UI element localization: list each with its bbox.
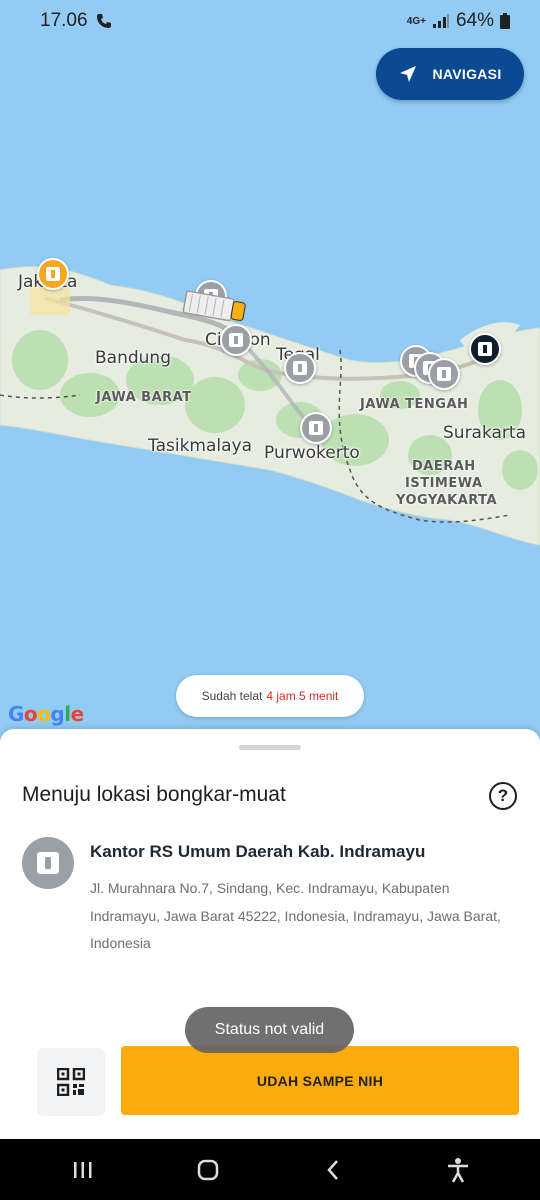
location-address: Jl. Murahnara No.7, Sindang, Kec. Indram… bbox=[90, 880, 501, 951]
system-navigation-bar bbox=[0, 1139, 540, 1200]
recent-apps-icon bbox=[73, 1161, 91, 1178]
qr-scan-button[interactable] bbox=[37, 1048, 105, 1116]
location-marker-icon[interactable] bbox=[284, 352, 316, 384]
accessibility-icon bbox=[447, 1157, 468, 1183]
map-region-daerah: DAERAH bbox=[412, 459, 476, 474]
qr-code-icon bbox=[57, 1068, 85, 1096]
destination-marker-icon[interactable] bbox=[469, 333, 501, 365]
arrived-button[interactable]: UDAH SAMPE NIH bbox=[121, 1046, 519, 1115]
map-city-surakarta: Surakarta bbox=[443, 423, 527, 443]
back-button[interactable] bbox=[313, 1150, 353, 1190]
map-view[interactable]: Jakarta Bandung Cirebon Tegal Tasikmalay… bbox=[0, 0, 540, 740]
location-marker-icon[interactable] bbox=[428, 358, 460, 390]
accessibility-button[interactable] bbox=[438, 1150, 478, 1190]
status-time: 17.06 bbox=[40, 10, 88, 31]
toast-message: Status not valid bbox=[185, 1007, 354, 1053]
battery-icon bbox=[500, 13, 510, 29]
battery-level: 64% bbox=[455, 10, 494, 31]
navigation-button[interactable]: NAVIGASI bbox=[376, 48, 524, 100]
map-city-bandung: Bandung bbox=[95, 348, 171, 368]
truck-icon bbox=[182, 290, 246, 322]
home-icon bbox=[197, 1159, 218, 1180]
status-bar: 17.06 4G+ 64% bbox=[0, 0, 540, 42]
map-city-purwokerto: Purwokerto bbox=[264, 443, 360, 463]
map-region-yogyakarta: YOGYAKARTA bbox=[396, 493, 498, 508]
map-region-istimewa: ISTIMEWA bbox=[405, 476, 483, 491]
origin-marker-icon[interactable] bbox=[37, 258, 69, 290]
google-logo: Google bbox=[8, 702, 84, 726]
help-icon[interactable]: ? bbox=[489, 782, 517, 810]
phone-call-icon bbox=[96, 14, 111, 28]
late-notice-duration: 4 jam 5 menit bbox=[266, 689, 339, 703]
bottom-sheet: Menuju lokasi bongkar-muat ? Kantor RS U… bbox=[0, 729, 540, 1139]
warehouse-icon bbox=[22, 837, 74, 889]
network-type: 4G+ bbox=[406, 15, 426, 27]
map-region-jawa-tengah: JAWA TENGAH bbox=[360, 397, 469, 412]
recent-apps-button[interactable] bbox=[63, 1150, 103, 1190]
map-region-jawa-barat: JAWA BARAT bbox=[96, 390, 192, 405]
late-notice-prefix: Sudah telat bbox=[201, 689, 263, 703]
signal-icon bbox=[432, 14, 449, 28]
location-name: Kantor RS Umum Daerah Kab. Indramayu bbox=[90, 842, 426, 861]
sheet-title: Menuju lokasi bongkar-muat bbox=[22, 783, 286, 806]
location-marker-icon[interactable] bbox=[300, 412, 332, 444]
home-button[interactable] bbox=[188, 1150, 228, 1190]
back-icon bbox=[326, 1159, 338, 1180]
sheet-drag-handle[interactable] bbox=[239, 745, 301, 750]
navigation-button-label: NAVIGASI bbox=[432, 66, 502, 82]
navigation-arrow-icon bbox=[400, 66, 417, 82]
late-notice: Sudah telat 4 jam 5 menit bbox=[176, 675, 364, 717]
map-city-tasikmalaya: Tasikmalaya bbox=[148, 436, 253, 456]
